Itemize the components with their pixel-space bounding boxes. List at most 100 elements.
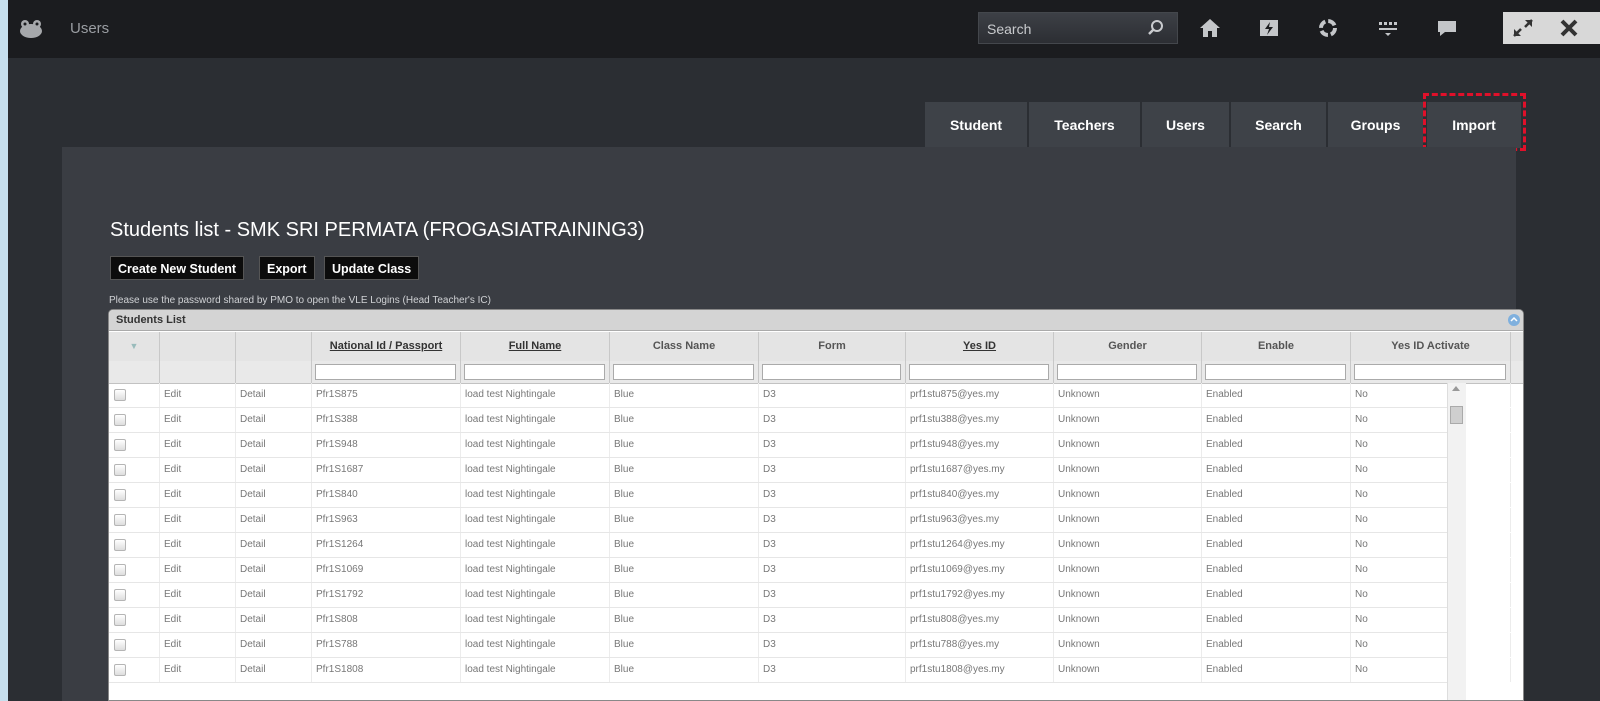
row-checkbox[interactable] xyxy=(114,514,126,526)
table-row[interactable]: Edit Detail Pfr1S388 load test Nightingale B… xyxy=(109,408,1511,433)
close-icon[interactable] xyxy=(1559,18,1579,43)
row-checkbox[interactable] xyxy=(114,589,126,601)
table-row[interactable]: Edit Detail Pfr1S963 load test Nightingale B… xyxy=(109,508,1511,533)
table-row[interactable]: Edit Detail Pfr1S840 load test Nightingale B… xyxy=(109,483,1511,508)
filter-input-gender[interactable] xyxy=(1057,364,1197,380)
table-row[interactable]: Edit Detail Pfr1S1687 load test Nightingale… xyxy=(109,458,1511,483)
table-row[interactable]: Edit Detail Pfr1S808 load test Nightingale B… xyxy=(109,608,1511,633)
cell-detail[interactable]: Detail xyxy=(236,508,312,532)
search-icon[interactable] xyxy=(1147,19,1165,37)
row-checkbox[interactable] xyxy=(114,539,126,551)
row-select-cell xyxy=(109,383,160,407)
column-header-national-id[interactable]: National Id / Passport xyxy=(312,332,461,361)
frog-logo-icon[interactable] xyxy=(18,18,44,40)
column-header-class-name[interactable]: Class Name xyxy=(610,332,759,361)
collapse-icon[interactable] xyxy=(1507,313,1521,327)
cell-detail[interactable]: Detail xyxy=(236,433,312,457)
column-header-form[interactable]: Form xyxy=(759,332,906,361)
settings-icon[interactable] xyxy=(1316,16,1340,40)
row-checkbox[interactable] xyxy=(114,389,126,401)
search-input[interactable] xyxy=(979,13,1149,45)
cell-yes-id: prf1stu840@yes.my xyxy=(906,483,1054,507)
column-header-yes-id[interactable]: Yes ID xyxy=(906,332,1054,361)
tab-groups[interactable]: Groups xyxy=(1328,102,1423,148)
cell-detail[interactable]: Detail xyxy=(236,633,312,657)
cell-edit[interactable]: Edit xyxy=(160,508,236,532)
tab-teachers[interactable]: Teachers xyxy=(1029,102,1140,148)
cell-yes-id: prf1stu388@yes.my xyxy=(906,408,1054,432)
cell-edit[interactable]: Edit xyxy=(160,658,236,682)
create-new-student-button[interactable]: Create New Student xyxy=(110,256,245,280)
filter-input-yes-id-activate[interactable] xyxy=(1354,364,1506,380)
filter-input-national-id[interactable] xyxy=(315,364,456,380)
row-checkbox[interactable] xyxy=(114,489,126,501)
sort-indicator-icon[interactable]: ▼ xyxy=(130,341,139,351)
cell-full-name: load test Nightingale xyxy=(461,633,610,657)
scroll-thumb[interactable] xyxy=(1450,406,1463,424)
cell-detail[interactable]: Detail xyxy=(236,608,312,632)
vertical-scrollbar[interactable] xyxy=(1447,383,1466,700)
row-checkbox[interactable] xyxy=(114,414,126,426)
filter-input-full-name[interactable] xyxy=(464,364,605,380)
cell-detail[interactable]: Detail xyxy=(236,483,312,507)
cell-detail[interactable]: Detail xyxy=(236,408,312,432)
export-button[interactable]: Export xyxy=(259,256,315,280)
filter-input-form[interactable] xyxy=(762,364,901,380)
column-header-yes-id-activate[interactable]: Yes ID Activate xyxy=(1351,332,1511,361)
cell-detail[interactable]: Detail xyxy=(236,583,312,607)
cell-detail[interactable]: Detail xyxy=(236,533,312,557)
row-checkbox[interactable] xyxy=(114,664,126,676)
row-checkbox[interactable] xyxy=(114,464,126,476)
cell-edit[interactable]: Edit xyxy=(160,558,236,582)
row-checkbox[interactable] xyxy=(114,439,126,451)
cell-edit[interactable]: Edit xyxy=(160,633,236,657)
scroll-up-icon[interactable] xyxy=(1452,386,1460,391)
table-row[interactable]: Edit Detail Pfr1S788 load test Nightingale B… xyxy=(109,633,1511,658)
chat-icon[interactable] xyxy=(1435,16,1459,40)
table-row[interactable]: Edit Detail Pfr1S875 load test Nightingale B… xyxy=(109,383,1511,408)
table-row[interactable]: Edit Detail Pfr1S1808 load test Nightingale… xyxy=(109,658,1511,683)
cell-edit[interactable]: Edit xyxy=(160,408,236,432)
column-header-gender[interactable]: Gender xyxy=(1054,332,1202,361)
row-checkbox[interactable] xyxy=(114,639,126,651)
update-class-button[interactable]: Update Class xyxy=(324,256,420,280)
cell-class-name: Blue xyxy=(610,608,759,632)
cell-edit[interactable]: Edit xyxy=(160,533,236,557)
filter-input-yes-id[interactable] xyxy=(909,364,1049,380)
row-checkbox[interactable] xyxy=(114,614,126,626)
cell-edit[interactable]: Edit xyxy=(160,483,236,507)
cell-edit[interactable]: Edit xyxy=(160,608,236,632)
row-select-cell xyxy=(109,408,160,432)
cell-detail[interactable]: Detail xyxy=(236,658,312,682)
table-row[interactable]: Edit Detail Pfr1S1792 load test Nightingale… xyxy=(109,583,1511,608)
row-checkbox[interactable] xyxy=(114,564,126,576)
tab-student[interactable]: Student xyxy=(925,102,1027,148)
column-header-full-name[interactable]: Full Name xyxy=(461,332,610,361)
cell-edit[interactable]: Edit xyxy=(160,458,236,482)
cell-edit[interactable]: Edit xyxy=(160,583,236,607)
home-icon[interactable] xyxy=(1198,16,1222,40)
import-tab-highlight xyxy=(1423,93,1526,151)
table-row[interactable]: Edit Detail Pfr1S1069 load test Nightingale… xyxy=(109,558,1511,583)
cell-form: D3 xyxy=(759,508,906,532)
flash-icon[interactable] xyxy=(1257,16,1281,40)
apps-icon[interactable] xyxy=(1376,16,1400,40)
filter-cell-class-name xyxy=(610,361,759,383)
table-row[interactable]: Edit Detail Pfr1S1264 load test Nightingale… xyxy=(109,533,1511,558)
cell-yes-id-activate: No xyxy=(1351,633,1511,657)
tab-search[interactable]: Search xyxy=(1231,102,1326,148)
cell-detail[interactable]: Detail xyxy=(236,383,312,407)
filter-cell-edit xyxy=(160,361,236,383)
top-bar: Users xyxy=(8,0,1600,58)
filter-input-enable[interactable] xyxy=(1205,364,1346,380)
cell-form: D3 xyxy=(759,458,906,482)
column-header-enable[interactable]: Enable xyxy=(1202,332,1351,361)
cell-detail[interactable]: Detail xyxy=(236,458,312,482)
table-row[interactable]: Edit Detail Pfr1S948 load test Nightingale B… xyxy=(109,433,1511,458)
cell-edit[interactable]: Edit xyxy=(160,383,236,407)
tab-users[interactable]: Users xyxy=(1142,102,1229,148)
filter-input-class-name[interactable] xyxy=(613,364,754,380)
cell-edit[interactable]: Edit xyxy=(160,433,236,457)
resize-icon[interactable] xyxy=(1512,18,1534,43)
cell-detail[interactable]: Detail xyxy=(236,558,312,582)
